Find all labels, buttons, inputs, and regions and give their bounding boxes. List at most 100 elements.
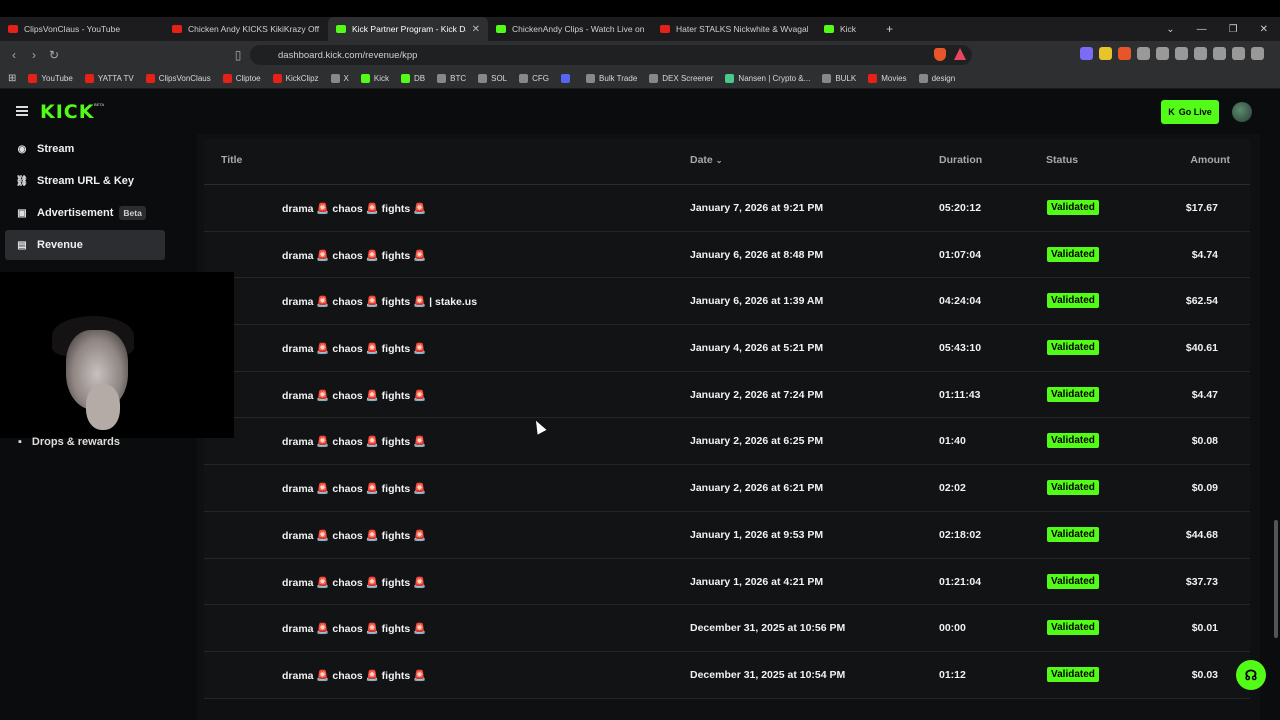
status-badge: Validated [1047,386,1099,402]
bookmark-item[interactable]: Nansen | Crypto &... [725,74,810,83]
address-bar-row: ‹ › ↻ ▯ dashboard.kick.com/revenue/kpp [0,41,1280,69]
bookmark-item[interactable]: BTC [437,74,466,83]
leo-icon[interactable] [1213,47,1226,60]
column-date[interactable]: Date ⌄ [690,154,722,166]
sidebar-item-advertisement[interactable]: ▣ Advertisement Beta [5,198,165,228]
browser-tab[interactable]: ClipsVonClaus - YouTube [0,17,164,41]
close-tab-icon[interactable]: ✕ [466,24,480,35]
brave-shield-icon[interactable] [934,48,946,61]
kick-logo[interactable]: KICK [40,101,94,123]
tab-list-chevron-icon[interactable]: ⌄ [1166,24,1174,35]
bookmark-item[interactable]: ClipsVonClaus [145,74,211,83]
table-row[interactable]: drama 🚨 chaos 🚨 fights 🚨 December 31, 202… [204,605,1250,652]
browser-tab[interactable]: Chicken Andy KICKS KikiKrazy Off Th [164,17,328,41]
bookmark-item[interactable]: design [918,74,955,83]
bookmark-favicon-icon [586,74,596,83]
url-input[interactable]: dashboard.kick.com/revenue/kpp [250,45,972,65]
stream-title: drama 🚨 chaos 🚨 fights 🚨 [282,436,427,449]
kick-icon [496,25,506,33]
hamburger-menu-icon[interactable] [16,106,28,116]
bookmark-item[interactable]: YATTA TV [84,74,134,83]
bookmark-icon[interactable]: ▯ [228,48,248,62]
sidebar-item-stream-url-key[interactable]: ⛓ Stream URL & Key [5,166,165,196]
stream-duration: 05:43:10 [939,342,982,355]
puzzle-icon[interactable] [1137,47,1150,60]
table-row[interactable]: drama 🚨 chaos 🚨 fights 🚨 January 2, 2026 … [204,465,1250,512]
bookmark-item[interactable]: X [330,74,349,83]
bookmark-label: SOL [491,74,508,83]
sidebar-item-stream[interactable]: ◉ Stream [5,134,165,164]
table-row[interactable]: drama 🚨 chaos 🚨 fights 🚨 January 2, 2026 … [204,418,1250,466]
sidebar-item-drops[interactable]: ▪ Drops & rewards [18,436,120,448]
back-icon[interactable]: ‹ [4,48,24,62]
table-row[interactable]: drama 🚨 chaos 🚨 fights 🚨 January 1, 2026 … [204,512,1250,559]
bookmark-item[interactable]: SOL [478,74,507,83]
extension-icons [1080,47,1264,60]
bookmark-item[interactable] [561,74,574,83]
bookmarks-bar: ⊞ YouTube YATTA TV ClipsVonClaus Cliptoe Kic… [0,69,1280,89]
revenue-table: Title Date ⌄ Duration Status Amount dram… [204,139,1250,699]
sidebar-item-label: Stream [37,143,75,155]
kick-icon [824,25,834,33]
stream-title: drama 🚨 chaos 🚨 fights 🚨 [282,203,427,215]
vpn-icon[interactable] [1232,47,1245,60]
apps-grid-icon[interactable]: ⊞ [8,73,16,84]
close-window-icon[interactable]: ✕ [1260,24,1268,35]
restore-icon[interactable]: ❐ [1229,24,1238,35]
bookmark-item[interactable]: DB [401,74,425,83]
browser-tab[interactable]: ChickenAndy Clips - Watch Live on K [488,17,652,41]
headset-icon: ☊ [1244,666,1258,683]
table-row[interactable]: drama 🚨 chaos 🚨 fights 🚨 January 1, 2026 … [204,559,1250,606]
table-row[interactable]: drama 🚨 chaos 🚨 fights 🚨 January 6, 2026 … [204,232,1250,279]
wallet-icon[interactable] [1194,47,1207,60]
table-row[interactable]: drama 🚨 chaos 🚨 fights 🚨 | stake.us Janua… [204,278,1250,326]
bookmark-item[interactable]: CFG [519,74,549,83]
page-scrollbar[interactable] [1274,520,1278,638]
bookmark-item[interactable]: Movies [868,74,907,83]
bookmark-item[interactable]: BULK [822,74,856,83]
bookmark-favicon-icon [478,74,488,83]
stream-amount: $0.08 [1191,435,1218,448]
column-duration: Duration [939,154,983,166]
extension-icon[interactable] [1118,47,1131,60]
table-row[interactable]: drama 🚨 chaos 🚨 fights 🚨 January 7, 2026 … [204,185,1250,232]
bookmark-item[interactable]: YouTube [28,74,73,83]
new-tab-icon[interactable]: + [886,22,893,36]
bookmark-item[interactable]: Bulk Trade [586,74,637,83]
brave-rewards-icon[interactable] [954,48,966,60]
avatar[interactable] [1232,102,1252,122]
stream-duration: 02:02 [939,482,966,495]
youtube-icon [660,25,670,33]
forward-icon[interactable]: › [24,48,44,62]
support-chat-button[interactable]: ☊ [1236,660,1266,690]
bookmark-item[interactable]: Kick [360,74,389,83]
browser-tab[interactable]: Kick Partner Program - Kick Dast ✕ [328,17,488,41]
table-row[interactable]: drama 🚨 chaos 🚨 fights 🚨 January 2, 2026 … [204,372,1250,419]
stream-amount: $62.54 [1185,295,1218,308]
sidebar-item-revenue[interactable]: ▤ Revenue [5,230,165,260]
stream-date: January 4, 2026 at 5:21 PM [690,342,824,355]
menu-icon[interactable] [1251,47,1264,60]
sidebar-icon[interactable] [1175,47,1188,60]
browser-tab[interactable]: Hater STALKS Nickwhite & Wvagabo [652,17,816,41]
bookmark-item[interactable]: KickClipz [272,74,319,83]
reload-icon[interactable]: ↻ [44,48,64,62]
stream-duration: 01:40 [939,435,966,448]
stream-date: January 2, 2026 at 7:24 PM [690,388,824,401]
bookmark-favicon-icon [272,74,282,83]
music-icon[interactable] [1156,47,1169,60]
minimize-icon[interactable]: — [1197,24,1207,35]
sidebar-item-label: Revenue [37,239,83,251]
extension-icon[interactable] [1080,47,1093,60]
stream-date: January 6, 2026 at 8:48 PM [690,248,824,261]
browser-tab[interactable]: Kick [816,17,876,41]
chart-icon: ▤ [17,239,27,251]
bookmark-item[interactable]: Cliptoe [222,74,261,83]
table-row[interactable]: drama 🚨 chaos 🚨 fights 🚨 January 4, 2026 … [204,325,1250,372]
table-row[interactable]: drama 🚨 chaos 🚨 fights 🚨 December 31, 202… [204,652,1250,699]
bookmark-favicon-icon [822,74,832,83]
bookmark-item[interactable]: DEX Screener [649,74,713,83]
stream-duration: 00:00 [939,622,966,635]
go-live-button[interactable]: K Go Live [1161,100,1219,124]
extension-icon[interactable] [1099,47,1112,60]
